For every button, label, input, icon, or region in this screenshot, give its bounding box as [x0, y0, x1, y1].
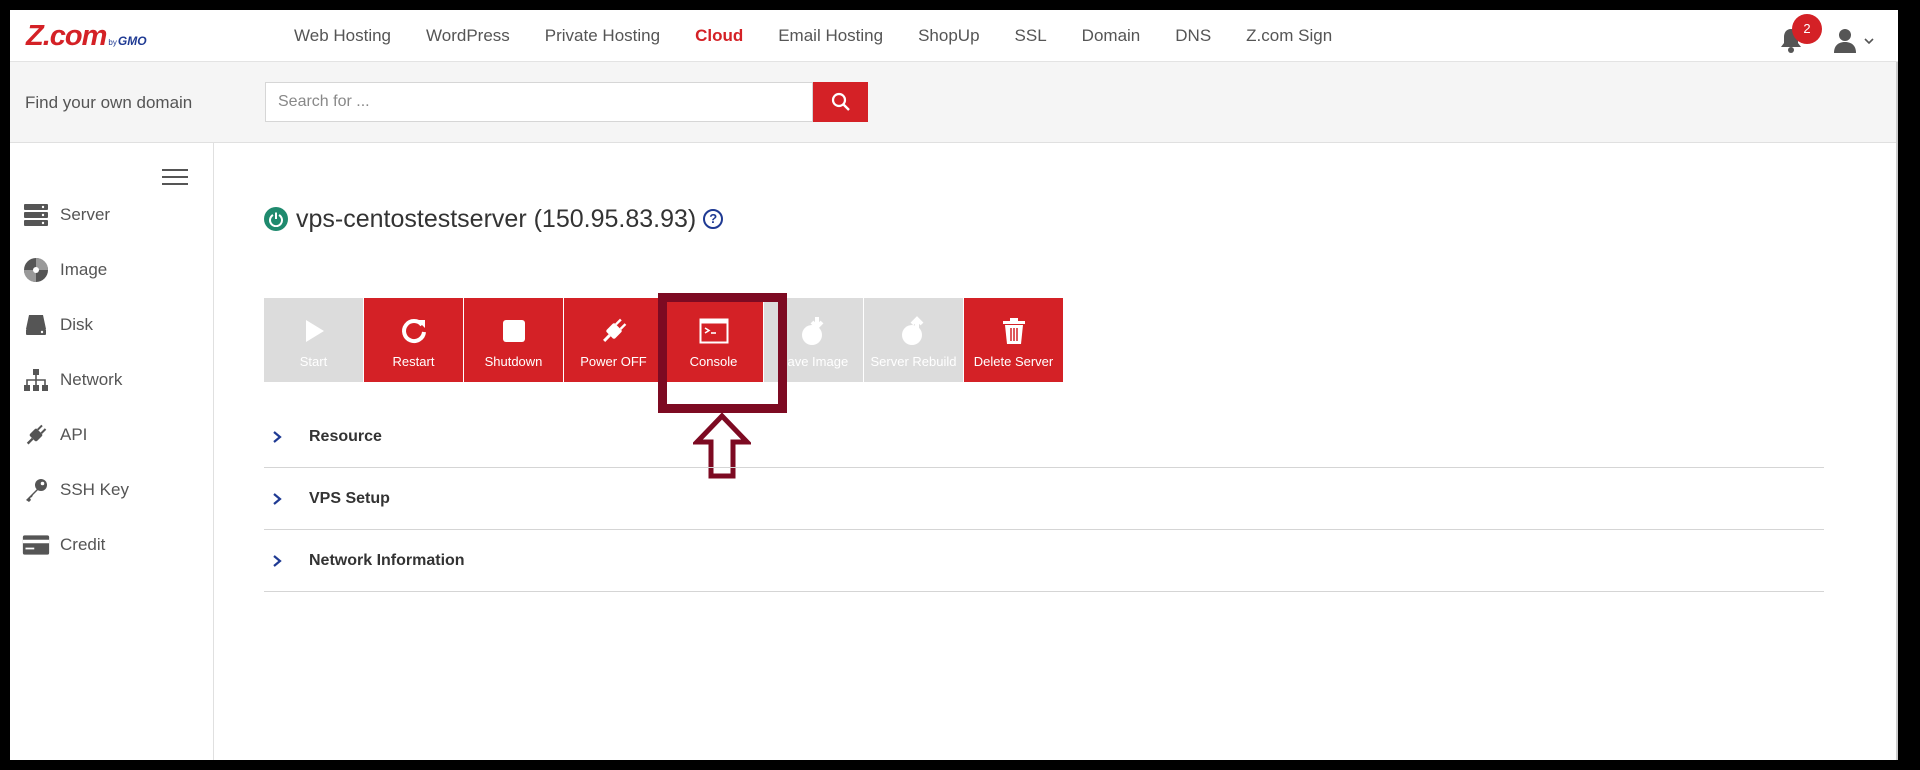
nav-item-domain[interactable]: Domain: [1082, 26, 1141, 46]
user-icon[interactable]: [1832, 27, 1858, 55]
zcom-logo[interactable]: Z.com by GMO: [26, 20, 147, 53]
credit-card-icon: [22, 531, 50, 559]
section-label: VPS Setup: [309, 489, 390, 507]
power-off-button[interactable]: Power OFF: [564, 298, 663, 382]
restart-button[interactable]: Restart: [364, 298, 463, 382]
nav-item-ssl[interactable]: SSL: [1015, 26, 1047, 46]
key-icon: [22, 476, 50, 504]
action-label: Save Image: [778, 354, 849, 369]
sidebar-item-label: Network: [60, 370, 123, 389]
sidebar-item-ssh-key[interactable]: SSH Key: [22, 470, 202, 510]
sidebar-item-image[interactable]: Image: [22, 250, 202, 290]
action-label: Power OFF: [580, 354, 647, 369]
section-network-information[interactable]: Network Information: [264, 530, 1824, 592]
sidebar-item-label: Image: [60, 260, 108, 279]
search-label: Find your own domain: [25, 93, 193, 112]
logo-gmo-text: GMO: [117, 34, 147, 48]
scrollbar[interactable]: [1896, 62, 1898, 760]
section-resource[interactable]: Resource: [264, 406, 1824, 468]
action-label: Shutdown: [484, 354, 543, 369]
power-status-icon: [264, 207, 288, 231]
section-vps-setup[interactable]: VPS Setup: [264, 468, 1824, 530]
chevron-right-icon: [273, 492, 282, 505]
chevron-right-icon: [273, 430, 282, 443]
delete-server-button[interactable]: Delete Server: [964, 298, 1063, 382]
help-icon[interactable]: ?: [703, 209, 724, 229]
console-highlight-box: [658, 293, 787, 413]
sidebar-item-label: SSH Key: [60, 480, 129, 499]
nav-item-shopup[interactable]: ShopUp: [918, 26, 979, 46]
server-icon: [22, 201, 50, 229]
nav-item-private-hosting[interactable]: Private Hosting: [545, 26, 660, 46]
restart-icon: [401, 319, 426, 344]
stop-icon: [502, 320, 525, 342]
trash-icon: [1002, 318, 1025, 344]
sidebar-item-server[interactable]: Server: [22, 195, 202, 235]
section-label: Resource: [309, 427, 382, 445]
nav-item-wordpress[interactable]: WordPress: [426, 26, 510, 46]
action-label: Delete Server: [973, 354, 1054, 369]
shutdown-button[interactable]: Shutdown: [464, 298, 563, 382]
disc-icon: [22, 256, 50, 284]
search-button[interactable]: [813, 82, 868, 122]
sidebar-item-credit[interactable]: Credit: [22, 525, 202, 565]
disk-icon: [22, 311, 50, 339]
action-label: Restart: [392, 354, 435, 369]
search-input[interactable]: [265, 82, 813, 122]
rebuild-icon: [901, 316, 923, 345]
play-icon: [305, 320, 324, 342]
plug-icon: [602, 318, 626, 342]
action-label: Server Rebuild: [870, 354, 957, 369]
sidebar-item-label: Server: [60, 205, 111, 224]
menu-toggle-icon[interactable]: [162, 169, 188, 187]
sidebar-item-label: Disk: [60, 315, 94, 334]
start-button[interactable]: Start: [264, 298, 363, 382]
sidebar-item-label: Credit: [60, 535, 106, 554]
chevron-right-icon: [273, 554, 282, 567]
chevron-down-icon[interactable]: [1863, 34, 1875, 46]
sidebar-item-network[interactable]: Network: [22, 360, 202, 400]
nav-item-web-hosting[interactable]: Web Hosting: [294, 26, 391, 46]
logo-text: Z.com: [26, 20, 107, 52]
sidebar: Server Image Disk Network API SSH Key Cr…: [10, 143, 214, 760]
top-navigation: Z.com by GMO Web Hosting WordPress Priva…: [10, 10, 1898, 62]
server-header: vps-centostestserver (150.95.83.93) ?: [264, 202, 724, 236]
logo-by-text: by: [108, 38, 117, 47]
plug-icon: [22, 421, 50, 449]
nav-item-email-hosting[interactable]: Email Hosting: [778, 26, 883, 46]
sidebar-item-disk[interactable]: Disk: [22, 305, 202, 345]
network-icon: [22, 366, 50, 394]
save-image-icon: [801, 317, 823, 345]
notification-badge: 2: [1792, 14, 1822, 44]
nav-item-cloud[interactable]: Cloud: [695, 26, 743, 46]
nav-menu: Web Hosting WordPress Private Hosting Cl…: [294, 10, 1367, 62]
browser-frame: Z.com by GMO Web Hosting WordPress Priva…: [10, 10, 1898, 760]
nav-item-dns[interactable]: DNS: [1175, 26, 1211, 46]
nav-item-zcom-sign[interactable]: Z.com Sign: [1246, 26, 1332, 46]
page-title: vps-centostestserver (150.95.83.93): [296, 204, 697, 233]
action-label: Start: [299, 354, 328, 369]
section-label: Network Information: [309, 551, 465, 569]
search-icon: [831, 92, 850, 111]
sidebar-item-label: API: [60, 425, 88, 444]
server-rebuild-button[interactable]: Server Rebuild: [864, 298, 963, 382]
domain-search-bar: Find your own domain: [10, 62, 1898, 143]
sidebar-item-api[interactable]: API: [22, 415, 202, 455]
